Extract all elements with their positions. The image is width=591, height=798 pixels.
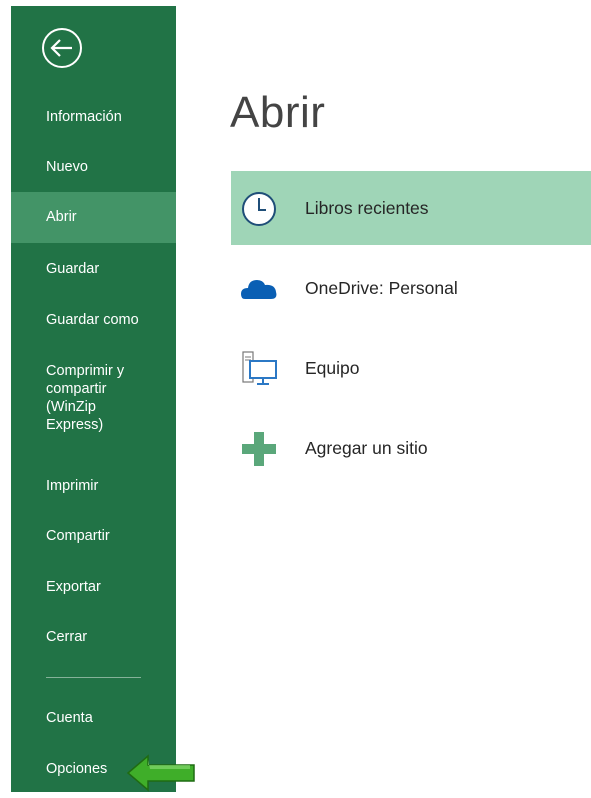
back-button[interactable] <box>41 27 83 69</box>
clock-icon <box>242 192 276 226</box>
page-title: Abrir <box>230 88 326 137</box>
plus-icon <box>242 432 276 466</box>
nav-item-label: Información <box>46 109 122 125</box>
nav-item-label: Imprimir <box>46 478 99 494</box>
nav-item-label: Cerrar <box>46 629 88 645</box>
nav-item-cuenta[interactable]: Cuenta <box>11 709 176 729</box>
nav-item-label: Cuenta <box>46 710 93 726</box>
nav-divider <box>46 677 141 678</box>
location-label: Libros recientes <box>305 198 429 218</box>
nav-item-exportar[interactable]: Exportar <box>11 578 176 598</box>
nav-item-compartir[interactable]: Compartir <box>11 527 176 547</box>
location-libros-recientes[interactable]: Libros recientes <box>231 171 591 245</box>
location-onedrive[interactable]: OneDrive: Personal <box>231 251 591 325</box>
green-arrow-icon <box>126 754 195 792</box>
nav-item-guardar-como[interactable]: Guardar como <box>11 311 176 331</box>
location-agregar-sitio[interactable]: Agregar un sitio <box>231 411 591 485</box>
nav-item-abrir[interactable]: Abrir <box>11 192 176 243</box>
nav-item-nuevo[interactable]: Nuevo <box>11 158 176 178</box>
backstage-sidebar: Información Nuevo Abrir Guardar Guardar … <box>11 6 176 792</box>
nav-item-informacion[interactable]: Información <box>11 108 176 128</box>
cloud-icon <box>241 280 277 299</box>
back-arrow-circle-icon <box>42 28 82 68</box>
nav-item-cerrar[interactable]: Cerrar <box>11 628 176 648</box>
nav-item-label: Nuevo <box>46 159 88 175</box>
nav-item-label: Exportar <box>46 579 101 595</box>
nav-item-label: Compartir <box>46 528 110 544</box>
nav-item-label: Guardar <box>46 261 100 277</box>
location-label: Equipo <box>305 358 360 378</box>
nav-item-guardar[interactable]: Guardar <box>11 260 176 280</box>
nav-item-label: Comprimir y compartir (WinZip Express) <box>46 363 125 433</box>
nav-item-label: Abrir <box>46 209 77 225</box>
nav-item-label: Opciones <box>46 761 108 777</box>
computer-icon <box>242 351 277 385</box>
nav-item-comprimir-compartir[interactable]: Comprimir y compartir (WinZip Express) <box>11 362 151 442</box>
nav-item-imprimir[interactable]: Imprimir <box>11 477 176 497</box>
location-equipo[interactable]: Equipo <box>231 331 591 405</box>
location-label: Agregar un sitio <box>305 438 428 458</box>
location-label: OneDrive: Personal <box>305 278 458 298</box>
nav-item-label: Guardar como <box>46 312 139 328</box>
